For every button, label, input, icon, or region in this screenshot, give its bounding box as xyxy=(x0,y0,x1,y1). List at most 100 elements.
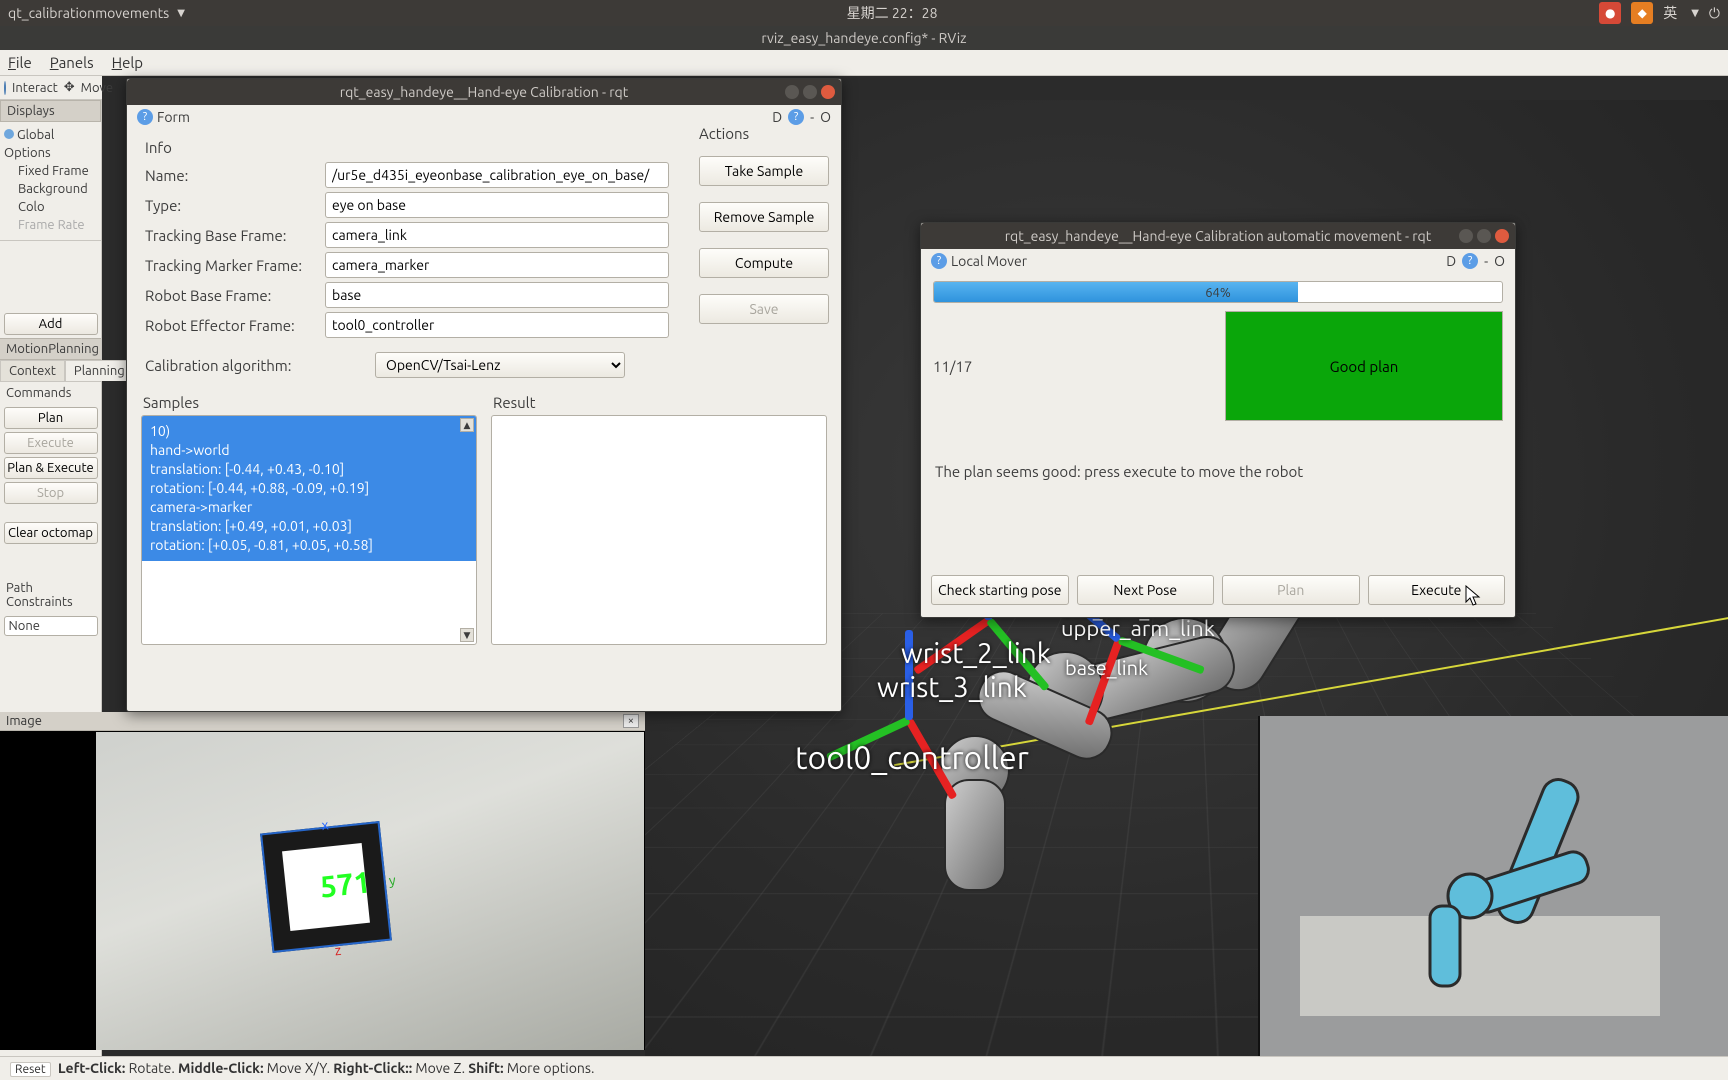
label-robot-base: Robot Base Frame: xyxy=(145,287,325,304)
ime-indicator[interactable]: 英 xyxy=(1663,3,1677,23)
samples-list[interactable]: 10)hand->worldtranslation: [-0.44, +0.43… xyxy=(141,415,477,645)
path-constraints-heading: Path Constraints xyxy=(0,577,101,613)
plan-button[interactable]: Plan xyxy=(4,407,98,429)
label-type: Type: xyxy=(145,197,325,214)
interact-icon xyxy=(4,81,6,95)
notification-icon[interactable]: ◆ xyxy=(1631,2,1653,24)
tree-item[interactable]: Frame Rate xyxy=(4,216,97,234)
tab-planning[interactable]: Planning xyxy=(65,360,134,381)
remove-sample-button[interactable]: Remove Sample xyxy=(699,202,829,232)
move-icon: ✥ xyxy=(64,80,75,95)
window-titlebar[interactable]: rqt_easy_handeye__Hand-eye Calibration -… xyxy=(127,79,841,105)
samples-heading: Samples xyxy=(143,394,475,411)
tool-interact[interactable]: Interact xyxy=(12,81,58,95)
clear-octomap-button[interactable]: Clear octomap xyxy=(4,522,98,544)
status-hint-bar: Reset Left-Click: Rotate. Middle-Click: … xyxy=(0,1056,1728,1080)
plan-message: The plan seems good: press execute to mo… xyxy=(935,463,1501,480)
compute-button[interactable]: Compute xyxy=(699,248,829,278)
menu-panels[interactable]: Panels xyxy=(50,54,94,71)
rviz-toolbar: Interact ✥ Move xyxy=(0,76,102,100)
close-icon[interactable]: × xyxy=(623,714,639,728)
label-robot-effector: Robot Effector Frame: xyxy=(145,317,325,334)
result-heading: Result xyxy=(493,394,825,411)
motionplanning-title: MotionPlanning xyxy=(0,338,101,360)
help-icon[interactable]: ? xyxy=(1462,253,1478,269)
gear-icon xyxy=(4,129,14,139)
robot-base-field[interactable] xyxy=(325,282,669,308)
plan-status: Good plan xyxy=(1225,311,1503,421)
chevron-down-icon[interactable]: ▼ xyxy=(177,7,185,19)
maximize-icon[interactable] xyxy=(803,85,817,99)
tree-item[interactable]: Fixed Frame xyxy=(4,162,97,180)
dock-o[interactable]: O xyxy=(1494,253,1505,269)
help-icon[interactable]: ? xyxy=(137,109,153,125)
stop-button: Stop xyxy=(4,482,98,504)
frame-label: wrist_2_link xyxy=(901,638,1051,669)
aruco-id: 571 xyxy=(318,864,372,903)
tracking-base-field[interactable] xyxy=(325,222,669,248)
scroll-up-icon[interactable]: ▲ xyxy=(460,418,474,432)
tool-move[interactable]: Move xyxy=(81,81,113,95)
robot-effector-field[interactable] xyxy=(325,312,669,338)
execute-button[interactable]: Execute xyxy=(1368,575,1506,605)
system-menu-icon[interactable]: ⏻ xyxy=(1709,5,1720,22)
save-button: Save xyxy=(699,294,829,324)
window-titlebar[interactable]: rqt_easy_handeye__Hand-eye Calibration a… xyxy=(921,223,1515,249)
tree-item[interactable]: Background Colo xyxy=(4,180,97,216)
chevron-down-icon[interactable]: ▼ xyxy=(1691,7,1699,19)
camera-image-panel: Image × 571 x y z xyxy=(0,712,645,1050)
reset-chip[interactable]: Reset xyxy=(10,1062,51,1077)
maximize-icon[interactable] xyxy=(1477,229,1491,243)
form-title: Form xyxy=(157,109,190,125)
menu-help[interactable]: Help xyxy=(112,54,143,71)
result-box xyxy=(491,415,827,645)
displays-tree[interactable]: Global Options Fixed Frame Background Co… xyxy=(0,122,101,234)
frame-label: wrist_3_link xyxy=(877,672,1027,703)
pose-count: 11/17 xyxy=(933,358,1213,375)
app-menu[interactable]: qt_calibrationmovements xyxy=(8,5,169,21)
close-icon[interactable] xyxy=(821,85,835,99)
minimize-icon[interactable] xyxy=(1459,229,1473,243)
rviz-menubar: File Panels Help xyxy=(0,50,1728,76)
form-title: Local Mover xyxy=(951,253,1027,269)
axis-x-label: x xyxy=(321,816,330,833)
screen-record-icon[interactable]: ● xyxy=(1599,2,1621,24)
axis-z-label: z xyxy=(334,942,342,959)
progress-bar: 64% xyxy=(933,281,1503,303)
path-constraints-select[interactable]: None xyxy=(4,616,98,636)
plan-execute-button[interactable]: Plan & Execute xyxy=(4,457,98,479)
name-field[interactable] xyxy=(325,162,669,188)
label-name: Name: xyxy=(145,167,325,184)
progress-label: 64% xyxy=(934,282,1502,302)
execute-button: Execute xyxy=(4,432,98,454)
label-tracking-marker: Tracking Marker Frame: xyxy=(145,257,325,274)
plan-button: Plan xyxy=(1222,575,1360,605)
next-pose-button[interactable]: Next Pose xyxy=(1077,575,1215,605)
algo-label: Calibration algorithm: xyxy=(145,357,375,374)
add-button[interactable]: Add xyxy=(4,313,98,335)
algo-select[interactable]: OpenCV/Tsai-Lenz xyxy=(375,352,625,378)
scroll-down-icon[interactable]: ▼ xyxy=(460,628,474,642)
aruco-marker: 571 x y z xyxy=(260,821,392,953)
info-heading: Info xyxy=(145,139,669,156)
minimize-icon[interactable] xyxy=(785,85,799,99)
tab-context[interactable]: Context xyxy=(0,360,65,381)
help-icon[interactable]: ? xyxy=(931,253,947,269)
type-field[interactable] xyxy=(325,192,669,218)
dock-d[interactable]: D xyxy=(1446,253,1456,269)
tree-item[interactable]: Global Options xyxy=(4,126,97,162)
photo-placeholder-icon xyxy=(1260,716,1728,1056)
menu-file[interactable]: File xyxy=(8,54,32,71)
rqt-calibration-window[interactable]: rqt_easy_handeye__Hand-eye Calibration -… xyxy=(126,78,842,712)
real-robot-camera xyxy=(1258,716,1728,1056)
axis-y-label: y xyxy=(388,872,396,889)
label-tracking-base: Tracking Base Frame: xyxy=(145,227,325,244)
tracking-marker-field[interactable] xyxy=(325,252,669,278)
window-title: rqt_easy_handeye__Hand-eye Calibration -… xyxy=(340,84,628,100)
close-icon[interactable] xyxy=(1495,229,1509,243)
actions-heading: Actions xyxy=(699,125,829,142)
rqt-localmover-window[interactable]: rqt_easy_handeye__Hand-eye Calibration a… xyxy=(920,222,1516,618)
take-sample-button[interactable]: Take Sample xyxy=(699,156,829,186)
check-starting-pose-button[interactable]: Check starting pose xyxy=(931,575,1069,605)
image-panel-title: Image xyxy=(6,714,42,728)
